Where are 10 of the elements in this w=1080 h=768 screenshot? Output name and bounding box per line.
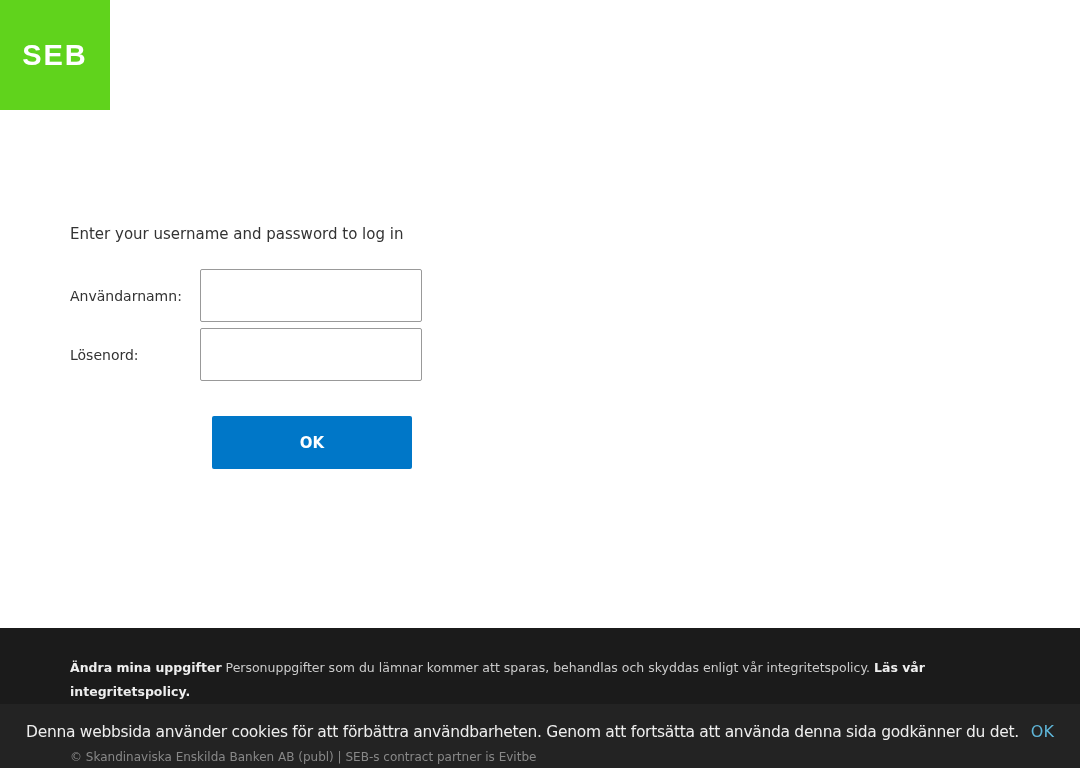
cookie-accept-link[interactable]: OK — [1030, 723, 1054, 741]
input-field[interactable] — [200, 328, 422, 381]
copyright-text: © Skandinaviska Enskilda Banken AB (publ) | SEB-s contract partner is Evitbe — [70, 750, 538, 764]
ok-button[interactable]: OK — [212, 416, 412, 469]
field-label: Användarnamn: — [70, 287, 183, 304]
login-instruction: Enter your username and password to log in — [70, 225, 405, 243]
cookie-message: Denna webbsida använder cookies för att förbättra användbarheten. Genom att fortsätta att använda denna sida godkänner du det. — [26, 723, 1019, 741]
field-label: Lösenord: — [70, 346, 140, 363]
input-field[interactable] — [200, 269, 422, 322]
privacy-notice: Ändra mina uppgifter Personuppgifter som du lämnar kommer att sparas, behandlas och skyddas enligt vår integritetspolicy. Läs vår integritetspolicy. — [70, 659, 926, 701]
